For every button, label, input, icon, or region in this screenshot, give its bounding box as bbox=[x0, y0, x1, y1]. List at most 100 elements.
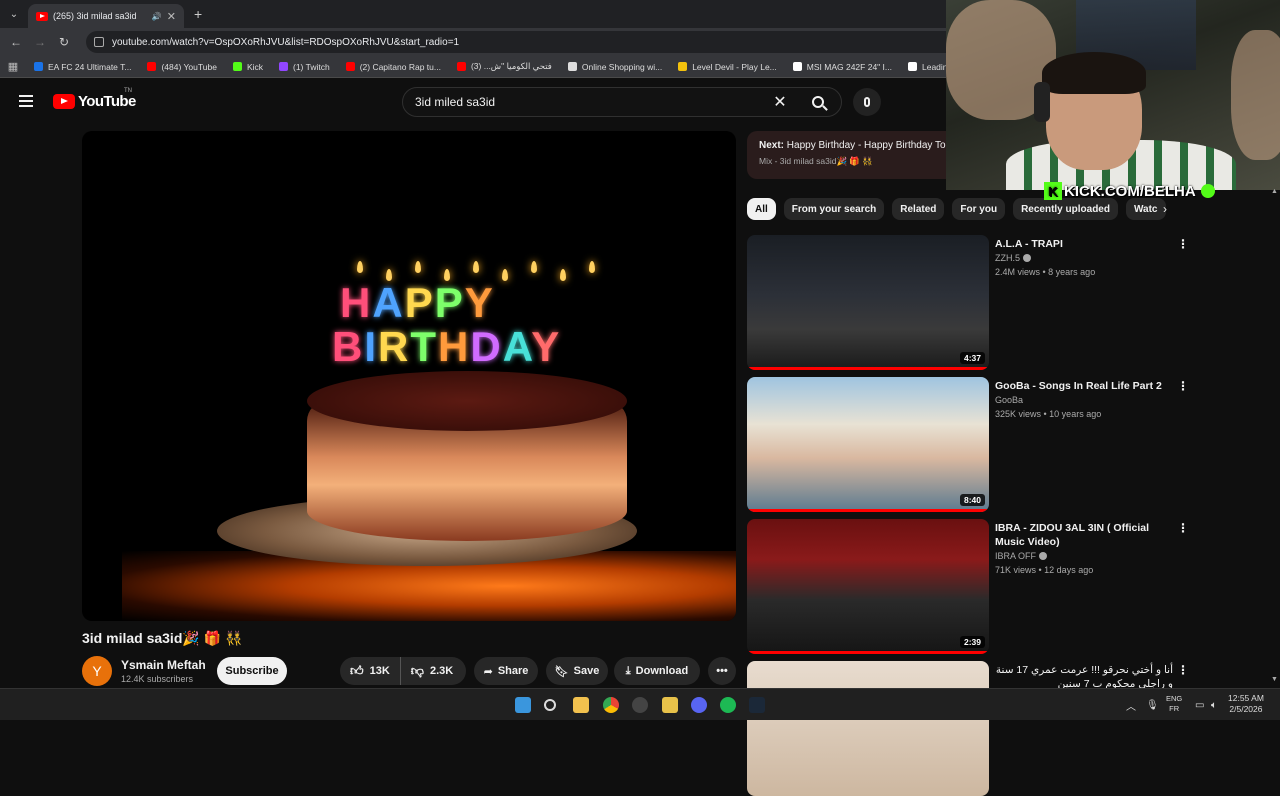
mic-tray-icon[interactable]: 🎙︎ bbox=[1146, 689, 1159, 721]
scroll-up-arrow-icon[interactable]: ▲ bbox=[1271, 188, 1278, 195]
share-label: Share bbox=[497, 665, 529, 677]
recommendation-thumbnail[interactable]: 2:39 bbox=[747, 519, 989, 654]
spotify-icon[interactable] bbox=[720, 697, 736, 713]
scroll-down-arrow-icon[interactable]: ▼ bbox=[1271, 676, 1278, 683]
bookmark-item[interactable]: (484) YouTube bbox=[139, 62, 224, 72]
search-button[interactable] bbox=[795, 88, 841, 116]
like-dislike-group: 👍︎ 13K 👎︎ 2.3K bbox=[340, 657, 466, 685]
obs-icon[interactable] bbox=[632, 697, 648, 713]
taskbar-search-icon[interactable] bbox=[544, 699, 556, 711]
recommendation-title[interactable]: GooBa - Songs In Real Life Part 2 bbox=[995, 379, 1173, 393]
network-icon[interactable]: ▭ bbox=[1195, 689, 1204, 721]
recommendation-channel[interactable]: ZZH.5 bbox=[995, 253, 1032, 263]
channel-name[interactable]: Ysmain Meftah bbox=[121, 658, 206, 672]
filter-chip[interactable]: All bbox=[747, 198, 776, 220]
file-explorer-icon[interactable] bbox=[573, 697, 589, 713]
candle-flame bbox=[357, 261, 363, 273]
more-actions-button[interactable]: ••• bbox=[708, 657, 736, 685]
steam-icon[interactable] bbox=[749, 697, 765, 713]
menu-icon[interactable] bbox=[19, 95, 33, 107]
clock[interactable]: 12:55 AM 2/5/2026 bbox=[1228, 693, 1264, 715]
dislike-button[interactable]: 👎︎ 2.3K bbox=[401, 663, 453, 679]
youtube-favicon-icon bbox=[36, 11, 48, 21]
bookmark-label: Level Devil - Play Le... bbox=[692, 61, 777, 72]
bookmark-label: Kick bbox=[246, 61, 263, 72]
recommendation-title[interactable]: أنا و أختي نحرقو !!! عرمت عمري 17 سنة و … bbox=[995, 663, 1173, 691]
filter-chip[interactable]: Recently uploaded bbox=[1013, 198, 1118, 220]
filter-chip[interactable]: Related bbox=[892, 198, 945, 220]
recommendation-title[interactable]: A.L.A - TRAPI bbox=[995, 237, 1173, 251]
bookmark-item[interactable]: Kick bbox=[225, 62, 271, 72]
filter-chip[interactable]: For you bbox=[952, 198, 1006, 220]
recommendation-title[interactable]: IBRA - ZIDOU 3AL 3IN ( Official Music Vi… bbox=[995, 521, 1173, 549]
cake-text-happy: HAPPY bbox=[340, 279, 495, 326]
bookmark-item[interactable]: Level Devil - Play Le... bbox=[670, 62, 785, 72]
browser-tab-active[interactable]: (265) 3id milad sa3id 🔊 ✕ bbox=[28, 4, 184, 28]
forward-button[interactable]: → bbox=[28, 35, 52, 49]
chevron-right-icon[interactable]: › bbox=[1163, 202, 1167, 216]
youtube-logo[interactable]: YouTube bbox=[53, 93, 136, 110]
recommendation-item[interactable]: 8:40 GooBa - Songs In Real Life Part 2 Goo… bbox=[747, 377, 1189, 512]
chrome-icon[interactable] bbox=[603, 697, 619, 713]
candle-flame bbox=[415, 261, 421, 273]
bookmark-item[interactable]: فتحي الكوميا "ش... (3) bbox=[449, 61, 560, 72]
filter-chip[interactable]: From your search bbox=[783, 198, 885, 220]
subscribe-button[interactable]: Subscribe bbox=[217, 657, 287, 685]
recommendation-item[interactable]: أنا و أختي نحرقو !!! عرمت عمري 17 سنة و … bbox=[747, 661, 1189, 796]
tray-overflow-icon[interactable]: ︿ bbox=[1126, 689, 1136, 721]
video-player[interactable]: HAPPY BIRTHDAY bbox=[82, 131, 736, 621]
next-title: Happy Birthday - Happy Birthday To bbox=[786, 140, 946, 151]
bookmark-label: (2) Capitano Rap tu... bbox=[359, 61, 441, 72]
reload-button[interactable]: ↻ bbox=[52, 35, 76, 49]
bookmark-favicon-icon bbox=[279, 62, 288, 71]
save-button[interactable]: 🔖︎ Save bbox=[546, 657, 608, 685]
share-button[interactable]: ➦ Share bbox=[474, 657, 538, 685]
recommendation-item[interactable]: 2:39 IBRA - ZIDOU 3AL 3IN ( Official Musi… bbox=[747, 519, 1189, 654]
recommendation-channel[interactable]: GooBa bbox=[995, 395, 1023, 405]
channel-avatar[interactable]: Y bbox=[82, 656, 112, 686]
bookmark-item[interactable]: Online Shopping wi... bbox=[560, 62, 670, 72]
more-vertical-icon[interactable]: ⋮ bbox=[1177, 237, 1189, 251]
video-duration: 8:40 bbox=[959, 494, 985, 506]
recommendation-item[interactable]: 4:37 A.L.A - TRAPI ZZH.5 2.4M views • 8 yea… bbox=[747, 235, 1189, 370]
like-count: 13K bbox=[369, 665, 390, 677]
bookmark-item[interactable]: (1) Twitch bbox=[271, 62, 338, 72]
download-button[interactable]: ⤓ Download bbox=[614, 657, 700, 685]
more-vertical-icon[interactable]: ⋮ bbox=[1177, 521, 1189, 535]
microphone-icon bbox=[864, 97, 870, 107]
voice-search-button[interactable] bbox=[853, 88, 881, 116]
new-tab-button[interactable]: + bbox=[194, 6, 202, 22]
bookmark-favicon-icon bbox=[567, 62, 577, 71]
next-subtitle: Mix - 3id milad sa3id🎉 🎁 👯 bbox=[759, 156, 873, 166]
back-button[interactable]: ← bbox=[4, 35, 28, 49]
bookmark-item[interactable]: MSI MAG 242F 24" I... bbox=[785, 62, 900, 72]
recommendation-thumbnail[interactable]: 8:40 bbox=[747, 377, 989, 512]
thumbs-down-icon: 👎︎ bbox=[410, 663, 424, 678]
windows-start-icon[interactable] bbox=[515, 697, 531, 713]
language-indicator[interactable]: ENG FR bbox=[1166, 694, 1182, 714]
app-icon[interactable] bbox=[662, 697, 678, 713]
cake-text-birthday: BIRTHDAY bbox=[332, 323, 562, 370]
more-vertical-icon[interactable]: ⋮ bbox=[1177, 379, 1189, 393]
apps-grid-icon[interactable]: ▦ bbox=[0, 60, 26, 73]
bookmark-item[interactable]: (2) Capitano Rap tu... bbox=[338, 62, 449, 72]
watch-progress-bar bbox=[747, 509, 989, 512]
next-up-card[interactable]: Next: Happy Birthday - Happy Birthday To… bbox=[747, 131, 947, 179]
clear-search-icon[interactable]: ✕ bbox=[765, 92, 795, 112]
bookmark-label: (1) Twitch bbox=[293, 61, 330, 72]
more-vertical-icon[interactable]: ⋮ bbox=[1177, 663, 1189, 677]
volume-icon[interactable]: 🔈︎ bbox=[1211, 689, 1217, 721]
recommendation-thumbnail[interactable]: 4:37 bbox=[747, 235, 989, 370]
discord-icon[interactable] bbox=[691, 697, 707, 713]
bookmark-icon: 🔖︎ bbox=[554, 665, 569, 678]
filter-chip[interactable]: Watc bbox=[1125, 198, 1166, 220]
recommendation-channel[interactable]: IBRA OFF bbox=[995, 551, 1048, 561]
site-info-icon[interactable] bbox=[94, 37, 104, 47]
search-input[interactable] bbox=[403, 95, 765, 109]
tab-search-icon[interactable]: ⌄ bbox=[0, 0, 28, 28]
bookmark-item[interactable]: EA FC 24 Ultimate T... bbox=[26, 62, 139, 72]
bookmark-favicon-icon bbox=[792, 62, 802, 71]
recommendation-thumbnail[interactable] bbox=[747, 661, 989, 796]
tab-close-icon[interactable]: ✕ bbox=[167, 10, 176, 23]
like-button[interactable]: 👍︎ 13K bbox=[340, 657, 401, 685]
